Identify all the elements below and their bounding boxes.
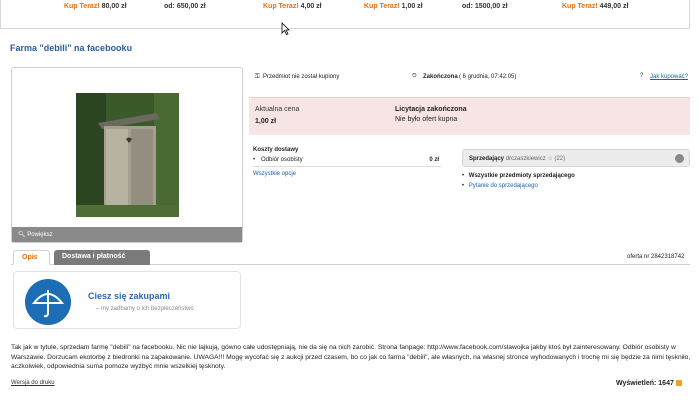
outhouse-photo-icon: [76, 93, 179, 217]
print-version-link[interactable]: Wersja do druku: [11, 380, 55, 386]
seller-box: Sprzedający drczaszkiewicz ☆ (22): [462, 149, 690, 167]
all-shipping-options-link[interactable]: Wszystkie opcje: [253, 171, 443, 177]
page-title: Farma "debili" na facebooku: [10, 43, 133, 53]
bullet-icon: •: [253, 157, 256, 163]
star-icon: ☆: [547, 156, 553, 162]
seller-rating: (22): [554, 156, 566, 162]
views-label: Wyświetleń:: [616, 380, 657, 387]
related-item[interactable]: Kup Teraz! 4,00 zł: [263, 3, 322, 10]
tab-description[interactable]: Opis: [13, 250, 50, 265]
views-counter: Wyświetleń: 1647: [616, 380, 682, 387]
seller-label: Sprzedający: [469, 156, 505, 162]
ended-status: Zakończona: [423, 74, 458, 80]
related-item[interactable]: Kup Teraz! 1,00 zł: [364, 3, 423, 10]
shipping-option-row: • Odbiór osobisty 0 zł: [253, 157, 441, 167]
current-price-value: 1,00 zł: [255, 118, 277, 125]
status-row: ⚿ Przedmiot nie został kupiony ⏲ Zakończ…: [249, 68, 690, 88]
safe-shopping-banner[interactable]: Ciesz się zakupami – my zadbamy o ich be…: [13, 271, 241, 329]
umbrella-icon: [25, 279, 71, 325]
auction-ended-label: Licytacja zakończona: [395, 106, 467, 113]
cart-icon: ⚿: [255, 74, 260, 80]
seller-ask-row: • Pytanie do sprzedającego: [462, 183, 575, 189]
item-photo[interactable]: [76, 93, 179, 217]
tab-delivery-payment[interactable]: Dostawa i płatność: [54, 250, 150, 265]
seller-all-items-link[interactable]: Wszystkie przedmioty sprzedającego: [469, 173, 575, 179]
shipping-title: Koszty dostawy: [253, 147, 299, 153]
offer-number: oferta nr 2842318742: [627, 254, 685, 260]
seller-expand-icon[interactable]: [675, 154, 684, 163]
related-item[interactable]: od: 1500,00 zł: [462, 3, 508, 10]
safe-shopping-sub: – my zadbamy o ich bezpieczeństwo: [96, 306, 194, 312]
views-count: 1647: [658, 380, 674, 387]
related-item[interactable]: Kup Teraz! 80,00 zł: [64, 3, 127, 10]
shipping-section: Koszty dostawy • Odbiór osobisty 0 zł Ws…: [253, 147, 443, 177]
related-item[interactable]: od: 650,00 zł: [164, 3, 206, 10]
safe-shopping-heading: Ciesz się zakupami: [88, 291, 171, 301]
seller-links: • Wszystkie przedmioty sprzedającego • P…: [462, 173, 575, 189]
no-bids-label: Nie było ofert kupna: [395, 116, 458, 123]
item-description: Tak jak w tytule, sprzedam farmę "debili…: [11, 344, 691, 371]
seller-name-link[interactable]: drczaszkiewicz: [506, 156, 546, 162]
how-to-buy-link[interactable]: Jak kupować?: [650, 74, 688, 80]
magnifier-icon: 🔍︎: [18, 232, 26, 238]
related-items-strip: Kup Teraz! 80,00 zł od: 650,00 zł Kup Te…: [0, 0, 690, 29]
shipping-option: Odbiór osobisty: [261, 157, 303, 163]
item-image-panel[interactable]: 🔍︎ Powiększ: [11, 67, 243, 243]
ended-date: ( 6 grudnia, 07:42:05): [459, 74, 517, 80]
tabs-bar: Opis Dostawa i płatność: [11, 250, 690, 265]
enlarge-button[interactable]: 🔍︎ Powiększ: [12, 227, 242, 242]
current-price-label: Aktualna cena: [255, 106, 300, 113]
ask-seller-link[interactable]: Pytanie do sprzedającego: [469, 183, 538, 189]
views-icon: [675, 380, 682, 387]
clock-icon: ⏲: [412, 73, 417, 79]
bullet-icon: •: [462, 183, 465, 189]
bullet-icon: •: [462, 173, 465, 179]
mouse-cursor-icon: [281, 22, 290, 35]
help-icon: ?: [640, 73, 644, 79]
related-item[interactable]: Kup Teraz! 449,00 zł: [562, 3, 628, 10]
shipping-cost: 0 zł: [429, 157, 439, 163]
seller-all-items-row: • Wszystkie przedmioty sprzedającego: [462, 173, 575, 179]
price-box: Aktualna cena 1,00 zł Licytacja zakończo…: [249, 97, 690, 135]
not-bought-status: Przedmiot nie został kupiony: [263, 74, 340, 80]
